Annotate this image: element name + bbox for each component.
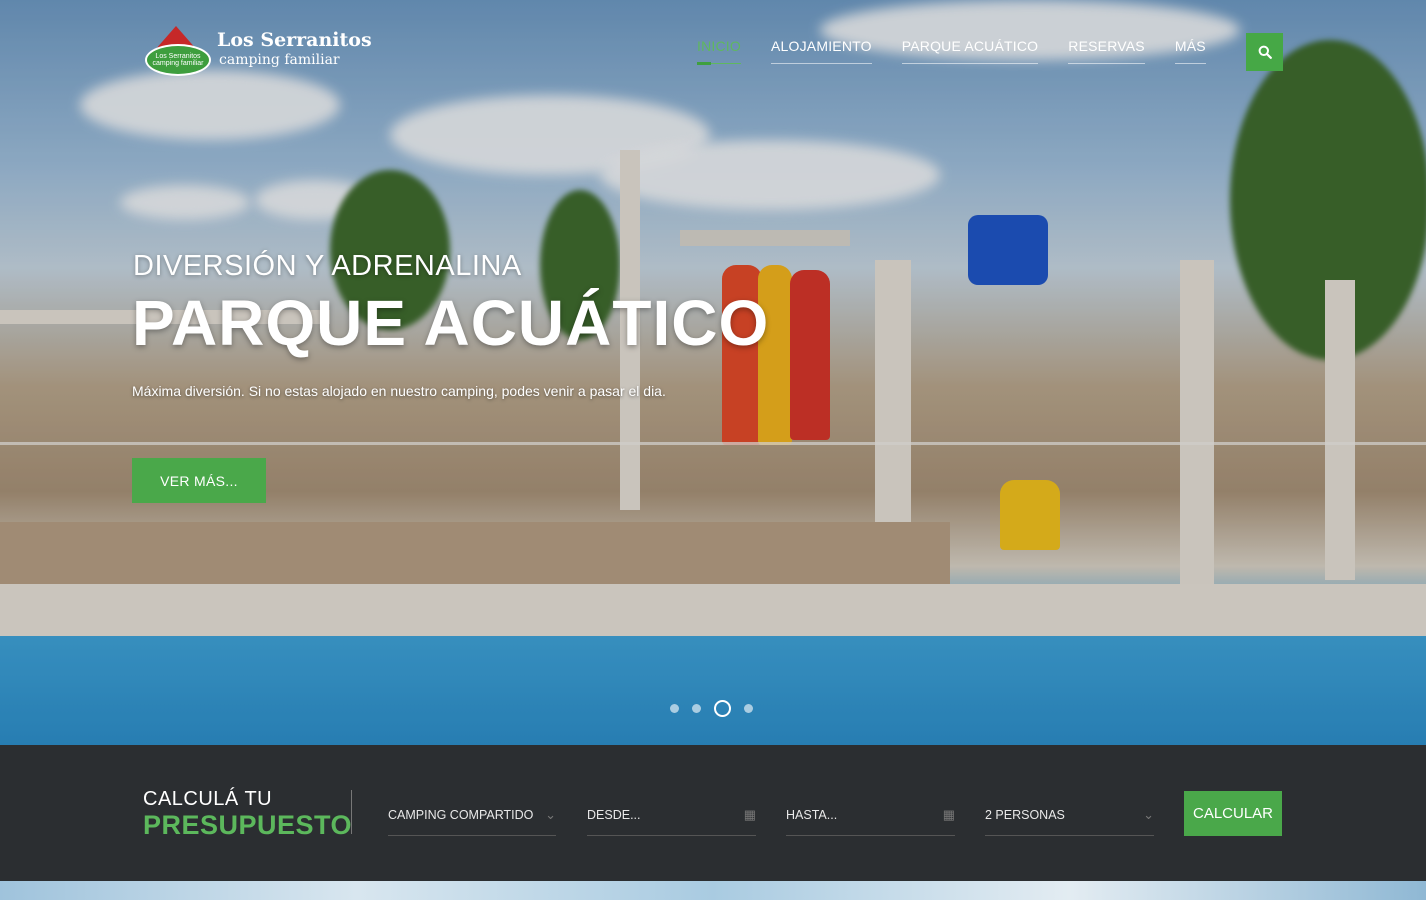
people-select[interactable]: 2 PERSONAS ⌄ [985,795,1154,836]
accommodation-type-value: CAMPING COMPARTIDO [388,808,534,822]
to-date-field[interactable]: HASTA... ▦ [786,795,955,836]
nav-item-reservas[interactable]: RESERVAS [1068,38,1145,64]
slider-dot-2[interactable] [692,704,701,713]
main-nav: INICIO ALOJAMIENTO PARQUE ACUÁTICO RESER… [697,38,1236,65]
hero-kicker: DIVERSIÓN Y ADRENALINA [133,250,522,282]
slider-dot-4[interactable] [744,704,753,713]
hero-headline: PARQUE ACUÁTICO [132,287,770,359]
slider-dot-1[interactable] [670,704,679,713]
hero-subtitle: Máxima diversión. Si no estas alojado en… [132,383,666,399]
next-section-preview [0,881,1426,900]
slider-dot-3[interactable] [714,700,731,717]
slider-dots [670,700,753,717]
logo-badge-text: Los Serranitos camping familiar [152,53,204,67]
nav-item-mas[interactable]: MÁS [1174,38,1206,64]
accommodation-type-select[interactable]: CAMPING COMPARTIDO ⌄ [388,795,556,836]
chevron-down-icon: ⌄ [1143,807,1154,822]
ver-mas-button[interactable]: VER MÁS... [132,458,266,503]
tent-logo-icon: Los Serranitos camping familiar [143,26,211,76]
nav-item-parque-acuatico[interactable]: PARQUE ACUÁTICO [901,38,1039,64]
calendar-icon: ▦ [942,807,955,822]
site-logo[interactable]: Los Serranitos camping familiar Los Serr… [143,26,372,76]
brand-tagline: camping familiar [219,52,340,68]
from-date-placeholder: DESDE... [587,808,641,822]
from-date-field[interactable]: DESDE... ▦ [587,795,756,836]
budget-title-line2: PRESUPUESTO [143,810,353,840]
people-value: 2 PERSONAS [985,808,1065,822]
search-icon [1258,45,1272,59]
to-date-placeholder: HASTA... [786,808,838,822]
nav-item-inicio[interactable]: INICIO [697,38,741,65]
hero-overlay [0,0,1426,745]
calendar-icon: ▦ [743,807,756,822]
chevron-down-icon: ⌄ [545,807,556,822]
calculate-button[interactable]: CALCULAR [1184,791,1282,836]
budget-calculator: CALCULÁ TU PRESUPUESTO CAMPING COMPARTID… [0,745,1426,881]
hero-slider: Los Serranitos camping familiar Los Serr… [0,0,1426,745]
budget-title-line1: CALCULÁ TU [143,788,273,810]
brand-name: Los Serranitos [217,29,372,51]
search-button[interactable] [1246,33,1283,71]
nav-item-alojamiento[interactable]: ALOJAMIENTO [770,38,872,64]
budget-title: CALCULÁ TU PRESUPUESTO [143,788,353,841]
